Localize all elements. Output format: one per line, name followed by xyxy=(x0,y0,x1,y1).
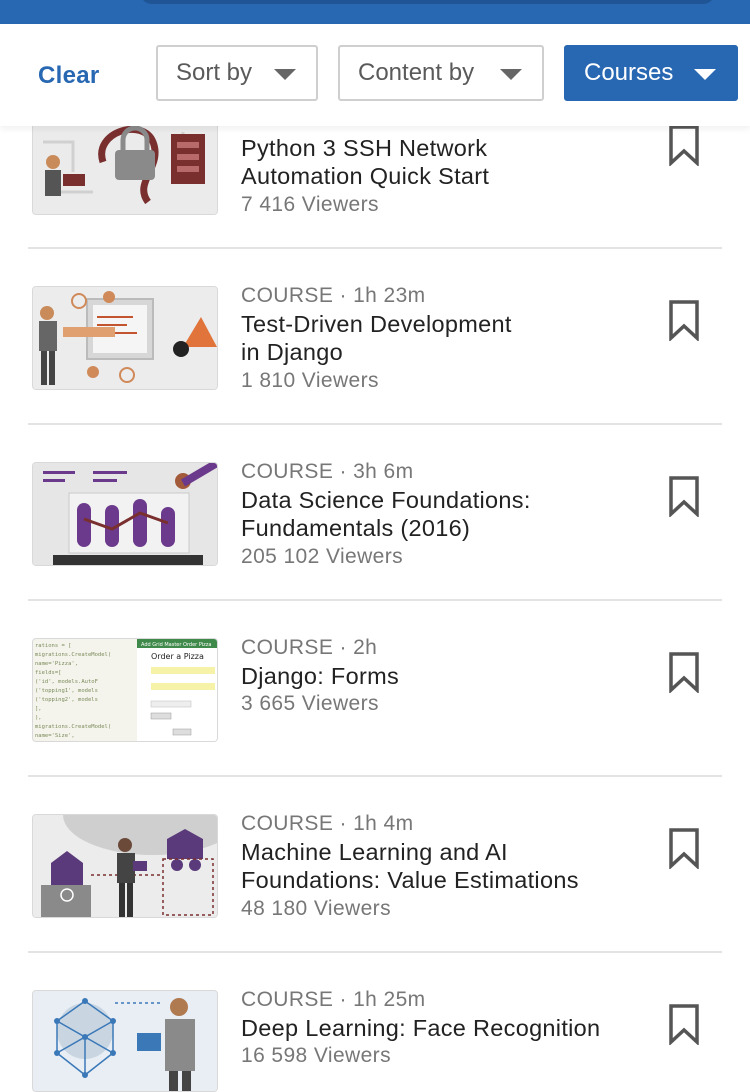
chevron-down-icon xyxy=(274,69,296,80)
bookmark-icon[interactable] xyxy=(668,1003,700,1045)
code-line: ('topping1', models xyxy=(35,688,98,694)
course-list-item[interactable]: COURSE · 1h 23m Test-Driven Development … xyxy=(0,176,750,425)
content-type-dropdown[interactable]: Courses xyxy=(564,45,738,101)
course-list: COURSE · 50m Python 3 SSH Network Automa… xyxy=(0,0,750,1092)
course-title-line: Python 3 SSH Network xyxy=(241,135,488,161)
course-meta: COURSE · 1h 25m xyxy=(241,988,426,1011)
pizza-title-text: Order a Pizza xyxy=(151,652,204,661)
course-viewers: 16 598 Viewers xyxy=(241,1044,391,1067)
code-line: ('topping2', models xyxy=(35,697,98,703)
code-line: ('id', models.AutoF xyxy=(35,679,98,685)
code-line: name='Pizza', xyxy=(35,661,78,667)
content-type-label: Courses xyxy=(584,59,674,86)
code-line: fields=[ xyxy=(35,670,62,676)
sort-by-dropdown[interactable]: Sort by xyxy=(156,45,318,101)
filter-bar: Clear Sort by Content by Courses xyxy=(0,24,750,126)
course-thumbnail xyxy=(32,990,218,1092)
course-list-item[interactable]: COURSE · 3h 6m Data Science Foundations:… xyxy=(0,352,750,601)
content-by-dropdown[interactable]: Content by xyxy=(338,45,544,101)
code-line: migrations.CreateModel( xyxy=(35,652,111,658)
bookmark-icon[interactable] xyxy=(668,651,700,693)
pizza-header-text: Add Grid Master Order Pizza xyxy=(141,642,211,648)
chevron-down-icon xyxy=(694,69,716,80)
course-meta: COURSE · 1h 4m xyxy=(241,812,414,835)
course-list-item[interactable]: COURSE · 1h 4m Machine Learning and AI F… xyxy=(0,704,750,953)
course-title-line: Django: Forms xyxy=(241,663,400,689)
course-title-line: Data Science Foundations: xyxy=(241,487,531,513)
content-by-label: Content by xyxy=(358,59,475,86)
clear-filters-button[interactable]: Clear xyxy=(38,62,100,90)
course-title[interactable]: Django: Forms xyxy=(241,662,641,690)
course-title[interactable]: Deep Learning: Face Recognition xyxy=(241,1014,661,1042)
course-title-line: Machine Learning and AI xyxy=(241,839,508,865)
chevron-down-icon xyxy=(500,69,522,80)
course-meta: COURSE · 2h xyxy=(241,636,378,659)
course-title-line: Deep Learning: Face Recognition xyxy=(241,1015,601,1041)
course-meta: COURSE · 3h 6m xyxy=(241,460,414,483)
course-meta: COURSE · 1h 23m xyxy=(241,284,426,307)
course-list-item[interactable]: rations = [ migrations.CreateModel( name… xyxy=(0,528,750,777)
bookmark-icon[interactable] xyxy=(668,827,700,869)
code-line: rations = [ xyxy=(35,643,71,649)
bookmark-icon[interactable] xyxy=(668,124,700,166)
bookmark-icon[interactable] xyxy=(668,475,700,517)
course-title-line: Test-Driven Development xyxy=(241,311,512,337)
sort-by-label: Sort by xyxy=(176,59,253,86)
course-list-item[interactable]: COURSE · 1h 25m Deep Learning: Face Reco… xyxy=(0,880,750,1092)
bookmark-icon[interactable] xyxy=(668,299,700,341)
